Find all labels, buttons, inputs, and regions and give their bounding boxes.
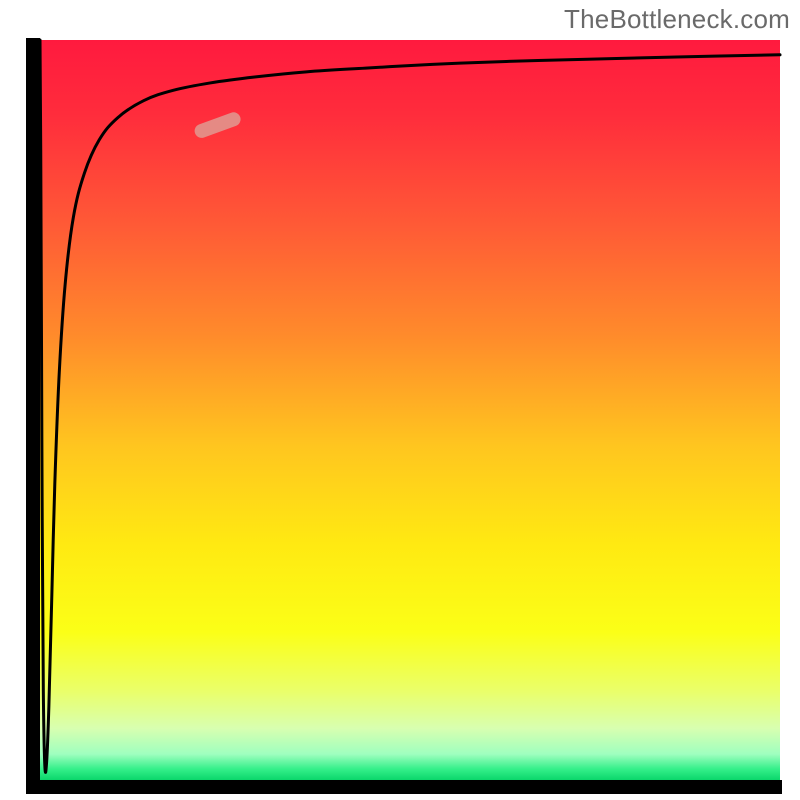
plot-background	[40, 40, 780, 780]
chart-stage: TheBottleneck.com	[0, 0, 800, 800]
chart-svg	[0, 0, 800, 800]
y-axis	[26, 38, 40, 794]
x-axis	[26, 780, 782, 794]
